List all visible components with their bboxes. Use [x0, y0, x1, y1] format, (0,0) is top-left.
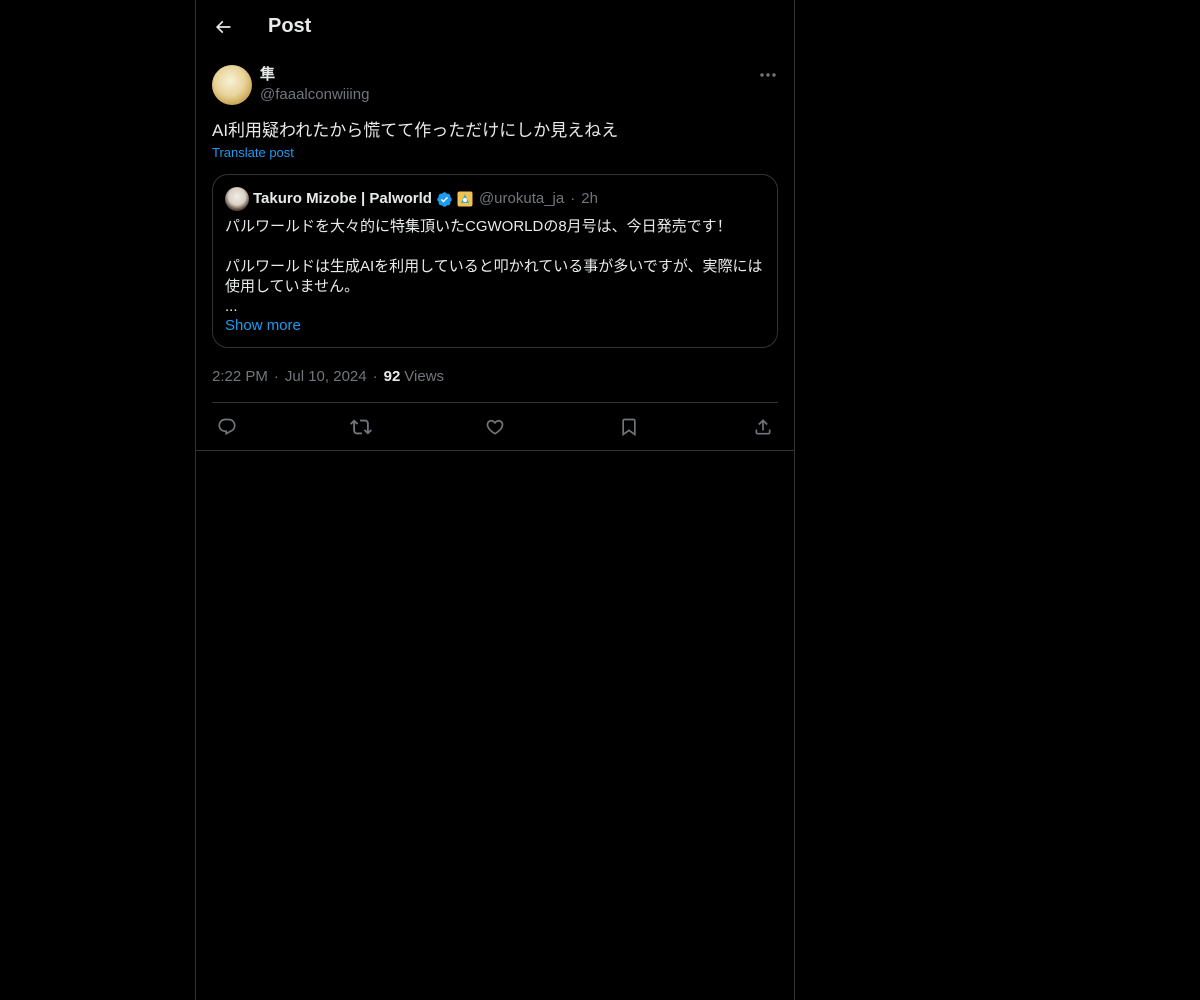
page-header: Post [196, 0, 794, 53]
quote-author-name: Takuro Mizobe | Palworld [253, 190, 432, 207]
quote-header: Takuro Mizobe | Palworld @urokuta_ja · 2… [225, 187, 765, 211]
action-bar [212, 402, 778, 450]
reply-button[interactable] [216, 416, 238, 438]
reply-icon [218, 418, 236, 435]
back-arrow-icon [215, 20, 231, 33]
author-display-name[interactable]: 隼 [260, 65, 369, 85]
quote-author-handle: @urokuta_ja [478, 190, 565, 207]
author-names: 隼 @faaalconwiiing [260, 65, 369, 105]
quote-line: パルワールドを大々的に特集頂いたCGWORLDの8月号は、今日発売です！ [225, 218, 732, 235]
views-label: Views [404, 367, 445, 385]
post-date[interactable]: Jul 10, 2024 [285, 368, 367, 385]
quote-line: パルワールドは生成AIを利用していると叩かれている事が多いですが、実際には使用し… [225, 258, 763, 295]
quote-line [225, 237, 765, 257]
share-icon [755, 418, 771, 434]
author-handle[interactable]: @faaalconwiiing [260, 85, 369, 105]
like-button[interactable] [484, 416, 506, 438]
post-author-row: 隼 @faaalconwiiing [212, 65, 778, 105]
separator-dot: · [372, 367, 378, 385]
divider [196, 450, 794, 451]
separator-dot: · [273, 367, 279, 385]
like-icon [486, 419, 504, 435]
back-button[interactable] [212, 16, 234, 38]
translate-post-link[interactable]: Translate post [212, 145, 294, 160]
quote-text: パルワールドを大々的に特集頂いたCGWORLDの8月号は、今日発売です！ パルワ… [225, 217, 765, 317]
primary-column: Post 隼 @faaalconwiiing AI利用疑われたから慌てて作っただ… [195, 0, 795, 1000]
post-timestamp[interactable]: 2:22 PM [212, 368, 268, 385]
verified-badge-icon [436, 191, 453, 208]
quote-line: ... [225, 298, 238, 315]
repost-icon [350, 419, 372, 434]
views-count: 92 [383, 367, 401, 385]
show-more-link[interactable]: Show more [225, 317, 301, 334]
post-meta: 2:22 PM · Jul 10, 2024 · 92 Views [212, 366, 778, 386]
separator-dot: · [570, 190, 576, 207]
quote-avatar [225, 187, 249, 211]
quoted-post[interactable]: Takuro Mizobe | Palworld @urokuta_ja · 2… [212, 174, 778, 348]
post: 隼 @faaalconwiiing AI利用疑われたから慌てて作っただけにしか見… [196, 53, 794, 451]
page-title: Post [268, 15, 312, 37]
bookmark-icon [622, 418, 636, 436]
quote-time: 2h [581, 190, 598, 207]
bookmark-button[interactable] [618, 416, 640, 438]
post-text: AI利用疑われたから慌てて作っただけにしか見えねえ [212, 121, 619, 140]
more-icon [760, 73, 776, 77]
more-button[interactable] [758, 67, 778, 83]
repost-button[interactable] [350, 416, 372, 438]
affiliate-badge-icon [457, 191, 473, 207]
share-button[interactable] [752, 416, 774, 438]
avatar[interactable] [212, 65, 252, 105]
